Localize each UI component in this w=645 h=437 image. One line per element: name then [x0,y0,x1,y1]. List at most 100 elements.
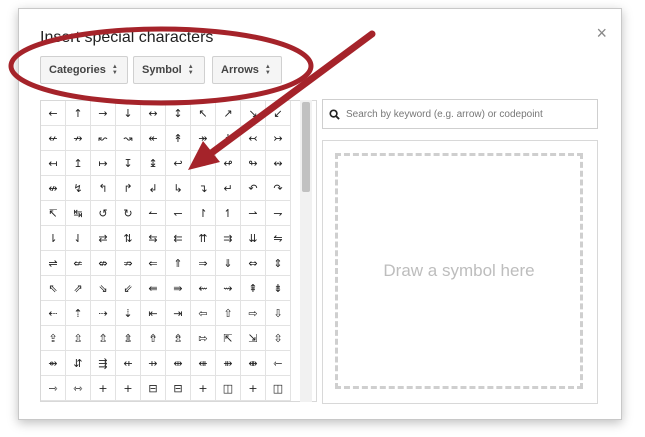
character-cell[interactable]: ↥ [66,151,91,176]
character-cell[interactable]: ⇝ [216,276,241,301]
character-cell[interactable]: ⇵ [66,351,91,376]
character-cell[interactable]: ↧ [116,151,141,176]
character-cell[interactable]: ⇥ [166,301,191,326]
character-cell[interactable]: + [116,376,141,401]
character-cell[interactable]: ↱ [116,176,141,201]
character-cell[interactable]: ⇽ [266,351,291,376]
character-cell[interactable]: ↔ [141,101,166,126]
character-cell[interactable]: ⇏ [116,251,141,276]
character-cell[interactable]: ↹ [66,201,91,226]
character-cell[interactable]: ↳ [166,176,191,201]
character-cell[interactable]: ⇨ [241,301,266,326]
character-cell[interactable]: → [91,101,116,126]
character-cell[interactable]: ⇎ [91,251,116,276]
character-cell[interactable]: ↿ [216,201,241,226]
character-cell[interactable]: ⇢ [91,301,116,326]
character-cell[interactable]: ↙ [266,101,291,126]
character-cell[interactable]: ↺ [91,201,116,226]
character-cell[interactable]: ⇜ [191,276,216,301]
character-cell[interactable]: ⇡ [66,301,91,326]
character-cell[interactable]: ↚ [41,126,66,151]
character-cell[interactable]: ↗ [216,101,241,126]
character-cell[interactable]: + [241,376,266,401]
character-cell[interactable]: ⇹ [166,351,191,376]
character-cell[interactable]: ⇳ [266,326,291,351]
character-cell[interactable]: ⇖ [41,276,66,301]
character-cell[interactable]: ⇟ [266,276,291,301]
character-cell[interactable]: ⇪ [41,326,66,351]
character-cell[interactable]: ↕ [166,101,191,126]
character-cell[interactable]: ↲ [141,176,166,201]
character-cell[interactable]: ⇧ [216,301,241,326]
character-cell[interactable]: ⇄ [91,226,116,251]
character-cell[interactable]: ↞ [141,126,166,151]
character-cell[interactable]: ↼ [141,201,166,226]
character-cell[interactable]: ↻ [116,201,141,226]
character-cell[interactable]: ← [41,101,66,126]
character-cell[interactable]: ↬ [241,151,266,176]
character-cell[interactable]: ⇍ [66,251,91,276]
character-cell[interactable]: ⇮ [141,326,166,351]
character-cell[interactable]: ↟ [166,126,191,151]
character-cell[interactable]: ⇅ [116,226,141,251]
character-cell[interactable]: ↸ [41,201,66,226]
character-cell[interactable]: ⇆ [141,226,166,251]
character-cell[interactable]: ⇠ [41,301,66,326]
character-cell[interactable]: + [91,376,116,401]
character-cell[interactable]: ⇦ [191,301,216,326]
character-cell[interactable]: ↪ [191,151,216,176]
character-cell[interactable]: ↓ [116,101,141,126]
character-cell[interactable]: ⇱ [216,326,241,351]
character-cell[interactable]: ↛ [66,126,91,151]
character-cell[interactable]: ↶ [241,176,266,201]
character-cell[interactable]: ⇾ [41,376,66,401]
character-cell[interactable]: ⇸ [141,351,166,376]
character-cell[interactable]: ⇕ [266,251,291,276]
character-cell[interactable]: ⇁ [266,201,291,226]
character-cell[interactable]: ⇂ [41,226,66,251]
character-cell[interactable]: ↑ [66,101,91,126]
character-cell[interactable]: ⇷ [116,351,141,376]
character-cell[interactable]: ↨ [141,151,166,176]
search-input[interactable] [344,107,593,121]
character-cell[interactable]: ↯ [66,176,91,201]
character-cell[interactable]: ⊟ [166,376,191,401]
character-cell[interactable]: ⇬ [91,326,116,351]
character-cell[interactable]: ⇻ [216,351,241,376]
character-cell[interactable]: ↽ [166,201,191,226]
search-box[interactable] [322,99,598,129]
character-cell[interactable]: ⇓ [216,251,241,276]
character-cell[interactable]: ⇲ [241,326,266,351]
character-cell[interactable]: ⇋ [266,226,291,251]
character-cell[interactable]: ↫ [216,151,241,176]
character-cell[interactable]: ↾ [191,201,216,226]
character-cell[interactable]: ↵ [216,176,241,201]
character-cell[interactable]: ⇙ [116,276,141,301]
character-cell[interactable]: ⇘ [91,276,116,301]
character-cell[interactable]: ↘ [241,101,266,126]
character-cell[interactable]: ⇗ [66,276,91,301]
character-cell[interactable]: ⇑ [166,251,191,276]
character-cell[interactable]: ↜ [91,126,116,151]
character-cell[interactable]: ⇤ [141,301,166,326]
character-cell[interactable]: ⇒ [191,251,216,276]
character-cell[interactable]: ◫ [216,376,241,401]
close-icon[interactable]: × [596,23,607,44]
character-cell[interactable]: ⇃ [66,226,91,251]
character-cell[interactable]: ↠ [191,126,216,151]
character-cell[interactable]: ↡ [216,126,241,151]
character-cell[interactable]: ⇣ [116,301,141,326]
character-cell[interactable]: ↢ [241,126,266,151]
character-cell[interactable]: ↮ [41,176,66,201]
character-cell[interactable]: ↖ [191,101,216,126]
character-cell[interactable]: ⇚ [141,276,166,301]
arrows-dropdown[interactable]: Arrows ▲ ▼ [212,56,282,84]
character-cell[interactable]: ⇊ [241,226,266,251]
character-cell[interactable]: ⇇ [166,226,191,251]
character-cell[interactable]: ↷ [266,176,291,201]
grid-scrollbar[interactable] [300,100,312,402]
character-cell[interactable]: ⇫ [66,326,91,351]
character-cell[interactable]: ↣ [266,126,291,151]
character-cell[interactable]: ⇀ [241,201,266,226]
character-cell[interactable]: ⇔ [241,251,266,276]
